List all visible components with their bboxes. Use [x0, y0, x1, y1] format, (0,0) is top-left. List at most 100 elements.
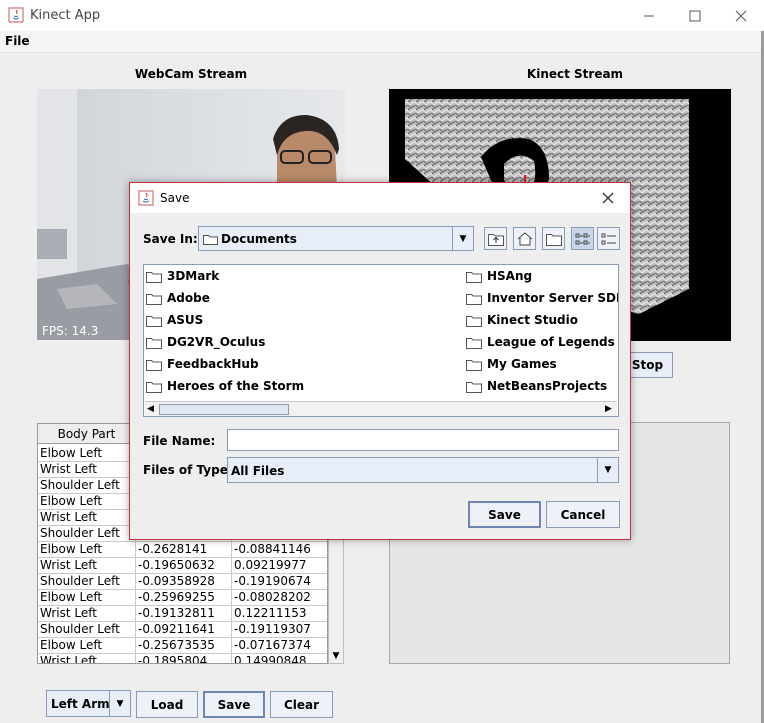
home-button[interactable]: [513, 227, 536, 250]
folder-icon: [146, 337, 162, 349]
table-cell: Elbow Left: [38, 493, 136, 509]
file-list-item[interactable]: My Games: [466, 355, 557, 373]
file-name: Adobe: [167, 291, 210, 305]
file-list-item[interactable]: League of Legends: [466, 333, 615, 351]
column-header-body-part[interactable]: Body Part: [38, 424, 136, 444]
table-cell: 0.09219977: [232, 557, 327, 573]
files-of-type-value: All Files: [231, 464, 285, 478]
table-row[interactable]: Wrist Left -0.19132811 0.12211153: [38, 605, 327, 622]
table-cell: Wrist Left: [38, 509, 136, 525]
close-button[interactable]: [718, 0, 764, 31]
table-row[interactable]: Shoulder Left -0.09358928 -0.19190674: [38, 573, 327, 590]
table-cell: Elbow Left: [38, 589, 136, 605]
file-name-input[interactable]: [227, 429, 619, 451]
table-cell: Shoulder Left: [38, 525, 136, 541]
table-cell: Wrist Left: [38, 605, 136, 621]
dialog-close-button[interactable]: [596, 187, 620, 209]
new-folder-button[interactable]: [542, 227, 565, 250]
chevron-down-icon: ▼: [109, 691, 130, 716]
dialog-title: Save: [160, 191, 190, 205]
table-cell: -0.19119307: [232, 621, 327, 637]
scroll-right-icon[interactable]: ▶: [605, 404, 612, 414]
file-list-item[interactable]: Heroes of the Storm: [146, 377, 304, 395]
scroll-thumb[interactable]: [159, 404, 289, 415]
file-name: Inventor Server SDK AC: [487, 291, 618, 305]
table-row[interactable]: Elbow Left -0.25969255 -0.08028202: [38, 589, 327, 606]
table-cell: -0.08841146: [232, 541, 327, 557]
file-list-horizontal-scrollbar[interactable]: ◀ ▶: [145, 401, 617, 416]
folder-icon: [466, 381, 482, 393]
up-folder-icon: [487, 233, 504, 246]
dialog-cancel-button[interactable]: Cancel: [546, 501, 620, 528]
file-list-item[interactable]: HSAng: [466, 267, 532, 285]
file-name-label: File Name:: [143, 434, 216, 448]
folder-icon: [146, 271, 162, 283]
table-cell: Shoulder Left: [38, 477, 136, 493]
file-list-item[interactable]: Inventor Server SDK AC: [466, 289, 618, 307]
table-cell: -0.1895804: [136, 653, 232, 663]
table-cell: -0.09358928: [136, 573, 232, 589]
close-icon: [602, 192, 614, 204]
details-view-button[interactable]: [597, 227, 620, 250]
table-cell: -0.09211641: [136, 621, 232, 637]
dialog-save-button[interactable]: Save: [468, 501, 541, 528]
arm-selector[interactable]: Left Arm ▼: [46, 690, 131, 717]
file-list-item[interactable]: 3DMark: [146, 267, 219, 285]
table-row[interactable]: Elbow Left -0.2628141 -0.08841146: [38, 541, 327, 558]
menu-file[interactable]: File: [5, 34, 30, 48]
clear-button[interactable]: Clear: [270, 691, 333, 718]
table-cell: Shoulder Left: [38, 573, 136, 589]
file-list-item[interactable]: FeedbackHub: [146, 355, 259, 373]
table-cell: 0.12211153: [232, 605, 327, 621]
file-name: FeedbackHub: [167, 357, 259, 371]
scroll-down-icon[interactable]: ▼: [328, 648, 344, 664]
save-main-button[interactable]: Save: [203, 691, 265, 718]
folder-icon: [146, 381, 162, 393]
files-of-type-dropdown[interactable]: All Files ▼: [227, 457, 619, 483]
list-view-button[interactable]: [571, 227, 594, 250]
home-icon: [517, 231, 532, 245]
file-list-item[interactable]: NetBeansProjects: [466, 377, 607, 395]
scroll-left-icon[interactable]: ◀: [147, 404, 154, 414]
folder-icon: [466, 271, 482, 283]
file-name: Heroes of the Storm: [167, 379, 305, 393]
table-cell: Wrist Left: [38, 461, 136, 477]
load-button[interactable]: Load: [136, 691, 198, 718]
save-in-dropdown[interactable]: Documents ▼: [198, 226, 474, 251]
table-row[interactable]: Wrist Left -0.19650632 0.09219977: [38, 557, 327, 574]
table-row[interactable]: Wrist Left -0.1895804 0.14990848: [38, 653, 327, 663]
table-cell: Elbow Left: [38, 445, 136, 461]
file-list-item[interactable]: ASUS: [146, 311, 203, 329]
menu-bar: [0, 31, 764, 53]
table-row[interactable]: Elbow Left -0.25673535 -0.07167374: [38, 637, 327, 654]
java-app-icon: [8, 7, 24, 23]
save-dialog: Save Save In: Documents ▼ 3DMark Adobe ASU…: [129, 182, 631, 540]
list-view-icon: [575, 233, 590, 244]
table-cell: -0.19132811: [136, 605, 232, 621]
table-cell: 0.14990848: [232, 653, 327, 663]
file-list-item[interactable]: DG2VR_Oculus: [146, 333, 265, 351]
maximize-button[interactable]: [672, 0, 718, 31]
file-name: 3DMark: [167, 269, 220, 283]
file-list-item[interactable]: Adobe: [146, 289, 210, 307]
file-list-item[interactable]: Kinect Studio: [466, 311, 578, 329]
folder-icon: [146, 315, 162, 327]
table-row[interactable]: Shoulder Left -0.09211641 -0.19119307: [38, 621, 327, 638]
file-name: Kinect Studio: [487, 313, 578, 327]
table-cell: -0.07167374: [232, 637, 327, 653]
table-cell: Wrist Left: [38, 557, 136, 573]
table-cell: -0.19650632: [136, 557, 232, 573]
window-title: Kinect App: [30, 8, 101, 23]
up-folder-button[interactable]: [484, 227, 507, 250]
table-cell: -0.25969255: [136, 589, 232, 605]
folder-icon: [466, 315, 482, 327]
file-name: League of Legends: [487, 335, 615, 349]
minimize-button[interactable]: [626, 0, 672, 31]
webcam-heading: WebCam Stream: [134, 67, 248, 81]
file-name: My Games: [487, 357, 557, 371]
arm-selector-value: Left Arm: [51, 697, 110, 711]
folder-icon: [203, 235, 218, 245]
table-cell: -0.25673535: [136, 637, 232, 653]
table-cell: -0.2628141: [136, 541, 232, 557]
save-in-label: Save In:: [143, 232, 198, 246]
